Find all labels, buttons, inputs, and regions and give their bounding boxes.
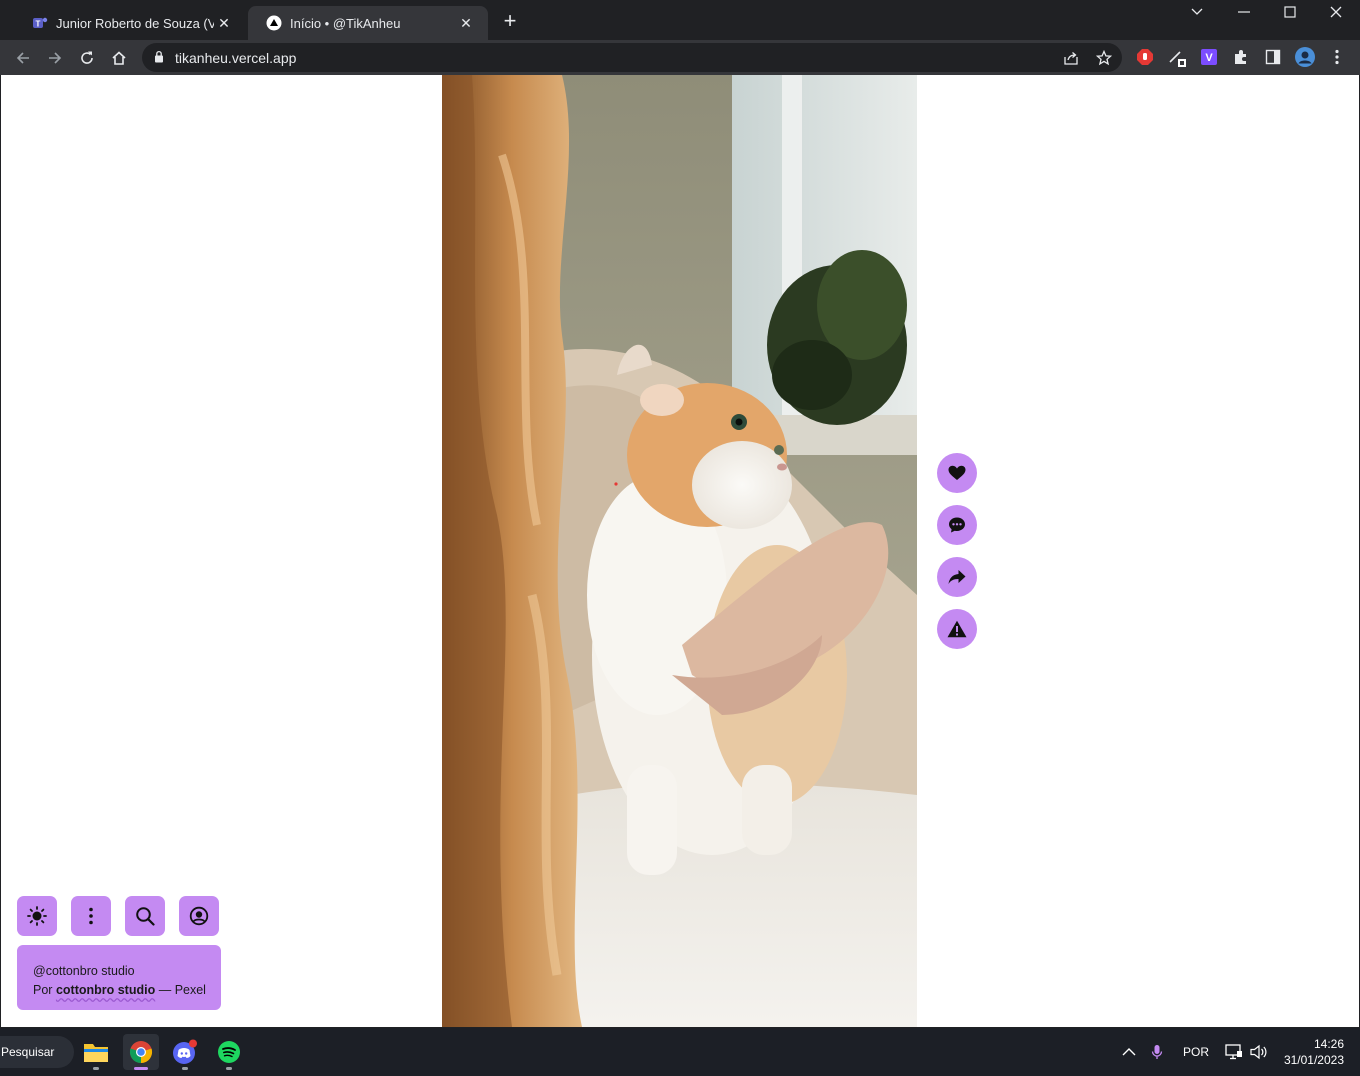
discord-app[interactable] <box>167 1034 203 1070</box>
browser-tab-strip: T Junior Roberto de Souza (Você) | ✕ Iní… <box>0 0 1360 40</box>
clock-date: 31/01/2023 <box>1283 1053 1344 1067</box>
tab-title: Início • @TikAnheu <box>290 15 401 31</box>
like-button[interactable] <box>937 453 977 493</box>
home-icon[interactable] <box>107 46 131 70</box>
video-actions <box>937 453 979 661</box>
windows-taskbar: Pesquisar POR 14:26 31/01/2023 <box>0 1028 1360 1076</box>
share-page-icon[interactable] <box>1062 49 1080 67</box>
volume-tray[interactable] <box>1250 1028 1268 1076</box>
teams-icon: T <box>32 15 48 31</box>
tab-search-icon[interactable] <box>1174 0 1220 24</box>
browser-toolbar: tikanheu.vercel.app V <box>0 40 1360 75</box>
app-indicator <box>93 1067 99 1070</box>
network-tray[interactable] <box>1225 1028 1243 1076</box>
app-indicator <box>182 1067 188 1070</box>
warning-icon <box>947 620 967 638</box>
forward-arrow-icon[interactable] <box>43 46 67 70</box>
adblock-extension-icon[interactable] <box>1135 47 1155 67</box>
maximize-icon[interactable] <box>1267 0 1313 24</box>
chrome-menu-icon[interactable] <box>1327 47 1347 67</box>
side-panel-icon[interactable] <box>1263 47 1283 67</box>
spotify-icon <box>218 1041 240 1063</box>
chrome-icon <box>129 1041 153 1064</box>
folder-icon <box>84 1044 108 1062</box>
speaker-icon <box>1250 1044 1267 1060</box>
file-explorer-app[interactable] <box>78 1034 114 1070</box>
chrome-app[interactable] <box>123 1034 159 1070</box>
profile-button[interactable] <box>179 896 219 936</box>
clock-time: 14:26 <box>1313 1037 1344 1051</box>
vercel-icon <box>266 15 282 31</box>
close-window-icon[interactable] <box>1313 0 1359 24</box>
credit-suffix: — Pexel <box>158 983 206 997</box>
credit-line: Por cottonbro studio — Pexel <box>33 981 221 1000</box>
taskbar-search[interactable]: Pesquisar <box>0 1036 74 1068</box>
video-player[interactable] <box>442 75 917 1027</box>
discord-icon <box>173 1039 197 1064</box>
video-frame <box>442 75 917 1027</box>
close-tab-icon[interactable]: ✕ <box>214 15 234 32</box>
taskbar-clock[interactable]: 14:26 31/01/2023 <box>1282 1036 1344 1068</box>
user-circle-icon <box>189 906 209 926</box>
credit-author-link[interactable]: cottonbro studio <box>56 983 155 997</box>
video-credit: @cottonbro studio Por cottonbro studio —… <box>17 945 221 1010</box>
tab-teams[interactable]: T Junior Roberto de Souza (Você) | ✕ <box>14 6 246 40</box>
share-icon <box>948 570 966 584</box>
credit-handle: @cottonbro studio <box>33 964 135 978</box>
spotify-app[interactable] <box>211 1034 247 1070</box>
minimize-icon[interactable] <box>1221 0 1267 24</box>
lock-icon[interactable] <box>154 50 164 68</box>
bookmark-star-icon[interactable] <box>1095 49 1113 67</box>
search-icon <box>136 907 155 926</box>
app-indicator <box>226 1067 232 1070</box>
sun-icon <box>27 906 47 926</box>
network-icon <box>1225 1044 1242 1060</box>
heart-icon <box>948 465 966 480</box>
comment-icon <box>949 517 965 533</box>
kebab-menu-icon <box>89 907 93 925</box>
language-indicator[interactable]: POR <box>1183 1028 1209 1076</box>
comment-button[interactable] <box>937 505 977 545</box>
new-tab-button[interactable]: + <box>498 10 522 34</box>
svg-text:V: V <box>1205 52 1213 64</box>
close-tab-icon[interactable]: ✕ <box>456 15 476 32</box>
chevron-up-icon <box>1122 1048 1136 1056</box>
page-viewport: @cottonbro studio Por cottonbro studio —… <box>1 75 1359 1027</box>
extensions-puzzle-icon[interactable] <box>1231 47 1251 67</box>
show-hidden-icons[interactable] <box>1122 1028 1136 1076</box>
tab-title: Junior Roberto de Souza (Você) | <box>56 15 214 31</box>
search-button[interactable] <box>125 896 165 936</box>
pen-extension-icon[interactable] <box>1167 47 1187 67</box>
more-options-button[interactable] <box>71 896 111 936</box>
bottom-toolbar <box>17 896 233 936</box>
reload-icon[interactable] <box>75 46 99 70</box>
vue-extension-icon[interactable]: V <box>1199 47 1219 67</box>
microphone-icon <box>1151 1045 1163 1059</box>
svg-text:T: T <box>36 20 41 29</box>
app-indicator <box>134 1067 148 1070</box>
back-arrow-icon[interactable] <box>11 46 35 70</box>
report-button[interactable] <box>937 609 977 649</box>
url-text: tikanheu.vercel.app <box>175 50 297 66</box>
tab-tikanheu[interactable]: Início • @TikAnheu ✕ <box>248 6 488 40</box>
microphone-tray[interactable] <box>1151 1028 1163 1076</box>
theme-toggle-button[interactable] <box>17 896 57 936</box>
address-bar[interactable]: tikanheu.vercel.app <box>142 43 1122 72</box>
profile-avatar-icon[interactable] <box>1295 47 1315 67</box>
credit-prefix: Por <box>33 983 53 997</box>
share-button[interactable] <box>937 557 977 597</box>
